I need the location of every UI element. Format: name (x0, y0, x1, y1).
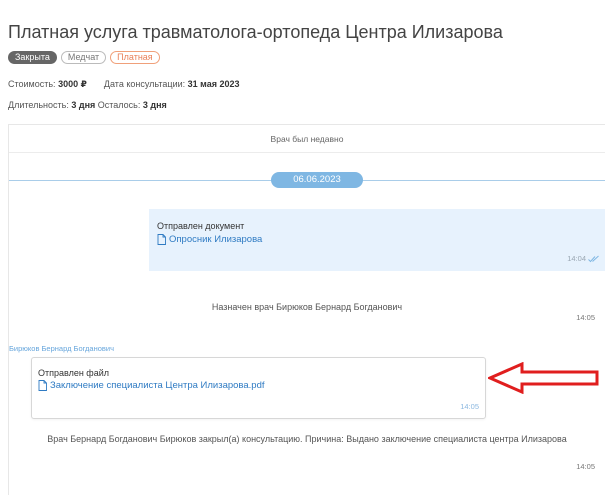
duration-row: Длительность: 3 дня Осталось: 3 дня (8, 100, 167, 110)
chat-panel: Врач был недавно 06.06.2023 Отправлен до… (8, 124, 605, 495)
own-message-link[interactable]: Опросник Илизарова (157, 234, 262, 245)
system-message-closed-time: 14:05 (576, 462, 595, 471)
status-badges: Закрыта Медчат Платная (8, 51, 160, 64)
cost-label: Стоимость: (8, 79, 56, 89)
medchat-badge: Медчат (60, 51, 107, 64)
doctor-message-link[interactable]: Заключение специалиста Центра Илизарова.… (38, 380, 265, 391)
doctor-message-title: Отправлен файл (38, 368, 109, 378)
date-label: Дата консультации: (103, 79, 186, 89)
red-arrow-annotation (488, 362, 599, 394)
own-message-time: 14:04 (567, 254, 600, 263)
document-icon (38, 380, 47, 391)
duration-value: 3 дня (71, 100, 96, 110)
system-message-closed: Врач Бернард Богданович Бирюков закрыл(а… (47, 434, 567, 444)
doctor-status: Врач был недавно (9, 125, 605, 153)
paid-badge: Платная (110, 51, 160, 64)
document-icon (157, 234, 166, 245)
consultation-page: Платная услуга травматолога-ортопеда Цен… (0, 0, 605, 495)
doctor-message-link-text: Заключение специалиста Центра Илизарова.… (50, 380, 265, 391)
date-separator: 06.06.2023 (271, 172, 363, 188)
own-message: Отправлен документ Опросник Илизарова 14… (149, 209, 605, 271)
cost-date-row: Стоимость: 3000 ₽ Дата консультации: 31 … (8, 79, 240, 90)
double-check-icon (588, 255, 599, 262)
remaining-label: Осталось: (97, 100, 141, 110)
system-message-assigned: Назначен врач Бирюков Бернард Богданович (211, 302, 403, 312)
system-message-assigned-time: 14:05 (576, 313, 595, 322)
doctor-message: Отправлен файл Заключение специалиста Це… (31, 357, 486, 419)
doctor-message-time: 14:05 (460, 402, 479, 411)
duration-label: Длительность: (8, 100, 69, 110)
page-title: Платная услуга травматолога-ортопеда Цен… (8, 22, 503, 42)
cost-value: 3000 ₽ (58, 79, 87, 89)
closed-badge: Закрыта (8, 51, 57, 64)
date-value: 31 мая 2023 (187, 79, 240, 89)
message-author: Бирюков Бернард Богданович (9, 344, 114, 353)
remaining-value: 3 дня (142, 100, 167, 110)
own-message-time-text: 14:04 (567, 254, 586, 263)
own-message-link-text: Опросник Илизарова (169, 234, 263, 245)
own-message-title: Отправлен документ (157, 221, 245, 231)
